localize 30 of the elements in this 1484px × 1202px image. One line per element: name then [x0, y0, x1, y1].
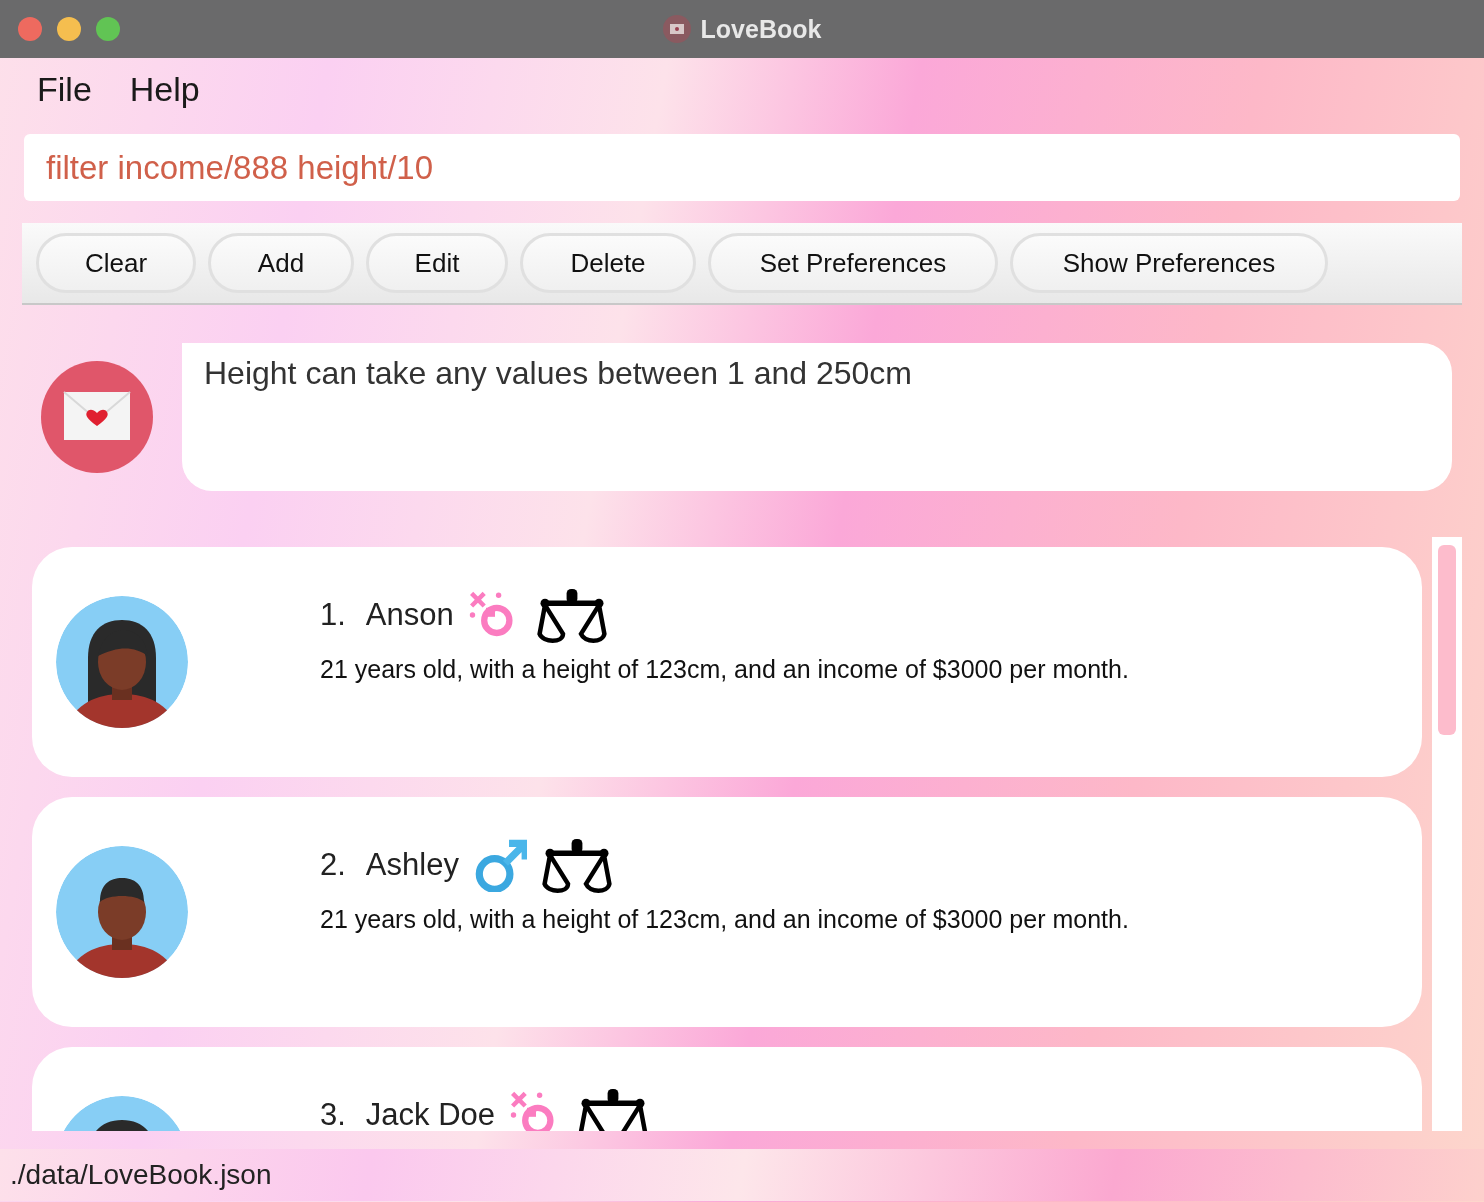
envelope-icon [41, 361, 153, 473]
toolbar-button[interactable]: Set Preferences [708, 233, 998, 293]
command-field[interactable]: filter income/888 height/10 [24, 134, 1460, 201]
file-path: ./data/LoveBook.json [10, 1159, 272, 1191]
person-details: 21 years old, with a height of 123cm, and an income of $3000 per month. [320, 655, 1129, 684]
toolbar-button[interactable]: Show Preferences [1010, 233, 1328, 293]
minimize-button[interactable] [57, 17, 81, 41]
toolbar-button[interactable]: Edit [366, 233, 508, 293]
person-card[interactable]: 1. Anson 21 years old, with a height of 123cm, and an income of $3000 per month. [32, 547, 1422, 777]
person-name: Ashley [365, 847, 459, 883]
zoom-button[interactable] [96, 17, 120, 41]
person-index: 2. [320, 847, 346, 883]
envelope-icon [662, 15, 691, 43]
toolbar-button[interactable]: Clear [36, 233, 196, 293]
menu-item[interactable]: Help [129, 70, 200, 122]
person-card[interactable]: 2. Ashley 21 years old, with a height of 123cm, and an income of $3000 per month. [32, 797, 1422, 1027]
result-message: Height can take any values between 1 and 250cm [204, 355, 913, 392]
scrollbar[interactable] [1432, 537, 1462, 1131]
person-index: 1. [320, 597, 346, 633]
window-title: LoveBook [700, 14, 822, 44]
person-name: Jack Doe [365, 1097, 496, 1131]
person-name: Anson [365, 597, 454, 633]
toolbar-button[interactable]: Delete [520, 233, 696, 293]
toolbar-button[interactable]: Add [208, 233, 354, 293]
close-button[interactable] [18, 17, 42, 41]
scrollbar-thumb[interactable] [1438, 545, 1456, 735]
person-details: 21 years old, with a height of 123cm, and an income of $3000 per month. [320, 905, 1129, 934]
person-card[interactable]: 3. Jack Doe [32, 1047, 1422, 1131]
menu-item[interactable]: File [37, 70, 92, 122]
person-index: 3. [320, 1097, 346, 1131]
